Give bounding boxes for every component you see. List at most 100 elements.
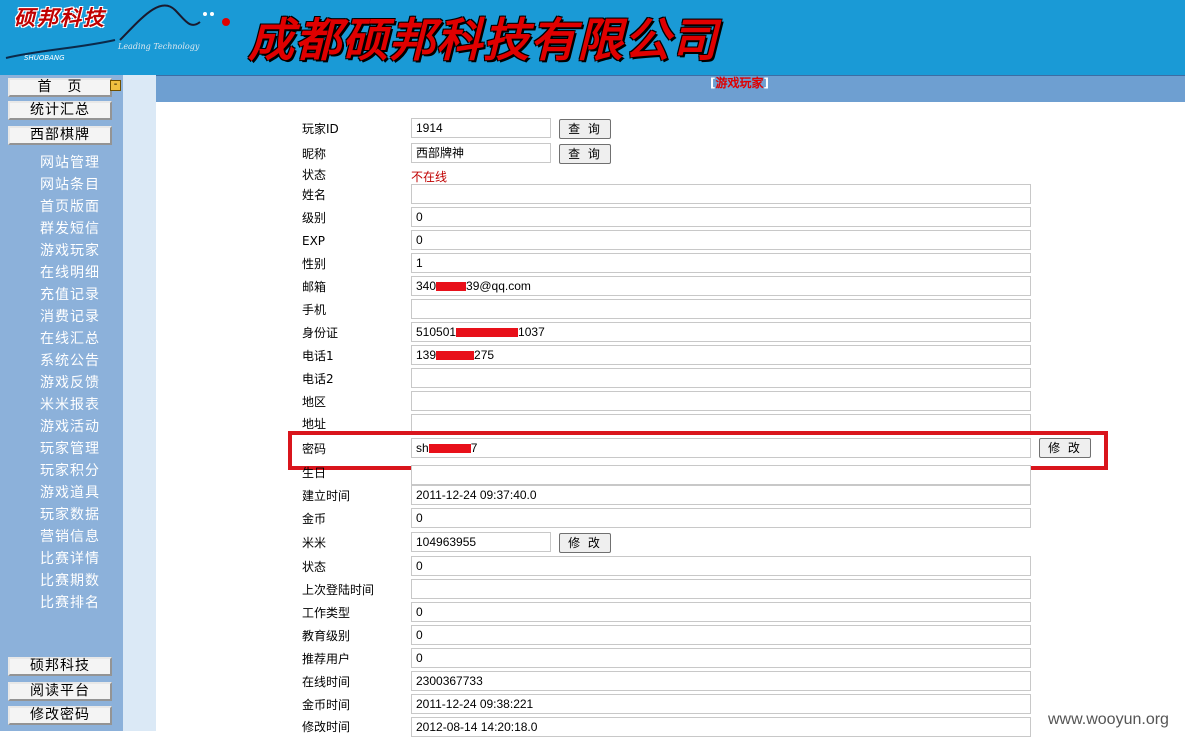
modify-mimi-button[interactable]: 修 改	[559, 533, 611, 553]
gender-input[interactable]: 1	[411, 253, 1031, 273]
idcard-input[interactable]: 510501 1037	[411, 322, 1031, 342]
content-title-bar	[156, 75, 1185, 102]
player-id-input[interactable]: 1914	[411, 118, 551, 138]
sidebar-link-online-detail[interactable]: 在线明细	[40, 262, 100, 284]
gold-time-input[interactable]: 2011-12-24 09:38:221	[411, 694, 1031, 714]
email-suffix: 39@qq.com	[466, 279, 531, 293]
gold-label: 金币	[302, 512, 327, 526]
sidebar-link-site-admin[interactable]: 网站管理	[40, 152, 100, 174]
page-title: [游戏玩家]	[710, 75, 769, 91]
sidebar-link-home-layout[interactable]: 首页版面	[40, 196, 100, 218]
sidebar-stats-button[interactable]: 统计汇总	[8, 101, 112, 120]
modified-label: 修改时间	[302, 720, 351, 734]
sidebar-link-game-items[interactable]: 游戏道具	[40, 482, 100, 504]
mobile-label: 手机	[302, 303, 327, 317]
level-label: 级别	[302, 211, 327, 225]
idcard-prefix: 510501	[416, 325, 457, 339]
status2-label: 状态	[302, 560, 327, 574]
sidebar-link-player-points[interactable]: 玩家积分	[40, 460, 100, 482]
mimi-input[interactable]: 104963955	[411, 532, 551, 552]
modified-input[interactable]: 2012-08-14 14:20:18.0	[411, 717, 1031, 737]
nickname-input[interactable]: 西部牌神	[411, 143, 551, 163]
sidebar-company-button[interactable]: 硕邦科技	[8, 657, 112, 676]
sidebar-change-password-button[interactable]: 修改密码	[8, 706, 112, 725]
sidebar-link-marketing-info[interactable]: 营销信息	[40, 526, 100, 548]
nickname-label: 昵称	[302, 147, 327, 161]
idcard-label: 身份证	[302, 326, 339, 340]
edu-input[interactable]: 0	[411, 625, 1031, 645]
redaction-mark	[436, 351, 475, 361]
region-label: 地区	[302, 395, 327, 409]
sidebar-link-site-entries[interactable]: 网站条目	[40, 174, 100, 196]
company-logo: 硕邦科技 Leading Technology SHUOBANG	[0, 0, 240, 75]
online-time-input[interactable]: 2300367733	[411, 671, 1031, 691]
sidebar-link-mass-sms[interactable]: 群发短信	[40, 218, 100, 240]
company-title: 成都硕邦科技有限公司	[248, 13, 718, 67]
exp-label: EXP	[302, 234, 326, 248]
name-input[interactable]	[411, 184, 1031, 204]
phone1-label: 电话1	[302, 349, 334, 363]
job-label: 工作类型	[302, 606, 351, 620]
player-id-label: 玩家ID	[302, 122, 339, 136]
sidebar-link-spending-records[interactable]: 消费记录	[40, 306, 100, 328]
email-input[interactable]: 340 39@qq.com	[411, 276, 1031, 296]
gold-time-label: 金币时间	[302, 698, 351, 712]
sidebar-link-match-details[interactable]: 比赛详情	[40, 548, 100, 570]
redaction-mark	[456, 328, 519, 338]
sidebar-link-recharge-records[interactable]: 充值记录	[40, 284, 100, 306]
sidebar-western-chess-button[interactable]: 西部棋牌	[8, 126, 112, 145]
sidebar-link-game-feedback[interactable]: 游戏反馈	[40, 372, 100, 394]
last-login-label: 上次登陆时间	[302, 583, 375, 597]
status-label: 状态	[302, 168, 327, 182]
edu-label: 教育级别	[302, 629, 351, 643]
redaction-mark	[436, 282, 467, 292]
sidebar-link-game-events[interactable]: 游戏活动	[40, 416, 100, 438]
logo-small-text: SHUOBANG	[24, 54, 65, 62]
name-label: 姓名	[302, 188, 327, 202]
exp-input[interactable]: 0	[411, 230, 1031, 250]
sidebar-link-player-admin[interactable]: 玩家管理	[40, 438, 100, 460]
phone1-prefix: 139	[416, 348, 437, 362]
phone1-suffix: 275	[474, 348, 495, 362]
gold-input[interactable]: 0	[411, 508, 1031, 528]
level-input[interactable]: 0	[411, 207, 1031, 227]
address-label: 地址	[302, 417, 327, 431]
header-banner: 硕邦科技 Leading Technology SHUOBANG 成都硕邦科技有…	[0, 0, 1185, 75]
sidebar-divider-strip	[123, 75, 156, 731]
phone2-input[interactable]	[411, 368, 1031, 388]
page-title-close-bracket: ]	[763, 76, 769, 90]
logo-text: 硕邦科技	[14, 5, 106, 30]
birthday-label: 生日	[302, 466, 327, 480]
region-input[interactable]	[411, 391, 1031, 411]
online-status-value: 不在线	[411, 170, 448, 184]
birthday-input[interactable]	[411, 465, 1031, 485]
idcard-suffix: 1037	[518, 325, 545, 339]
mobile-input[interactable]	[411, 299, 1031, 319]
collapse-icon[interactable]: -	[110, 80, 121, 91]
watermark: www.wooyun.org	[1048, 711, 1169, 728]
sidebar-link-match-ranking[interactable]: 比赛排名	[40, 592, 100, 614]
logo-subtitle: Leading Technology	[118, 42, 200, 51]
mimi-label: 米米	[302, 536, 327, 550]
created-input[interactable]: 2011-12-24 09:37:40.0	[411, 485, 1031, 505]
sidebar-link-announcements[interactable]: 系统公告	[40, 350, 100, 372]
sidebar-home-button[interactable]: 首 页	[8, 78, 112, 97]
phone1-input[interactable]: 139 275	[411, 345, 1031, 365]
page-title-text: 游戏玩家	[715, 76, 764, 90]
query-id-button[interactable]: 查 询	[559, 119, 611, 139]
sidebar-link-player-data[interactable]: 玩家数据	[40, 504, 100, 526]
sidebar-link-online-summary[interactable]: 在线汇总	[40, 328, 100, 350]
job-input[interactable]: 0	[411, 602, 1031, 622]
online-time-label: 在线时间	[302, 675, 351, 689]
email-prefix: 340	[416, 279, 437, 293]
sidebar-link-mimi-report[interactable]: 米米报表	[40, 394, 100, 416]
sidebar-link-game-players[interactable]: 游戏玩家	[40, 240, 100, 262]
sidebar-reading-platform-button[interactable]: 阅读平台	[8, 682, 112, 701]
status2-input[interactable]: 0	[411, 556, 1031, 576]
query-nickname-button[interactable]: 查 询	[559, 144, 611, 164]
referrer-label: 推荐用户	[302, 652, 351, 666]
last-login-input[interactable]	[411, 579, 1031, 599]
sidebar-link-match-periods[interactable]: 比赛期数	[40, 570, 100, 592]
phone2-label: 电话2	[302, 372, 334, 386]
referrer-input[interactable]: 0	[411, 648, 1031, 668]
